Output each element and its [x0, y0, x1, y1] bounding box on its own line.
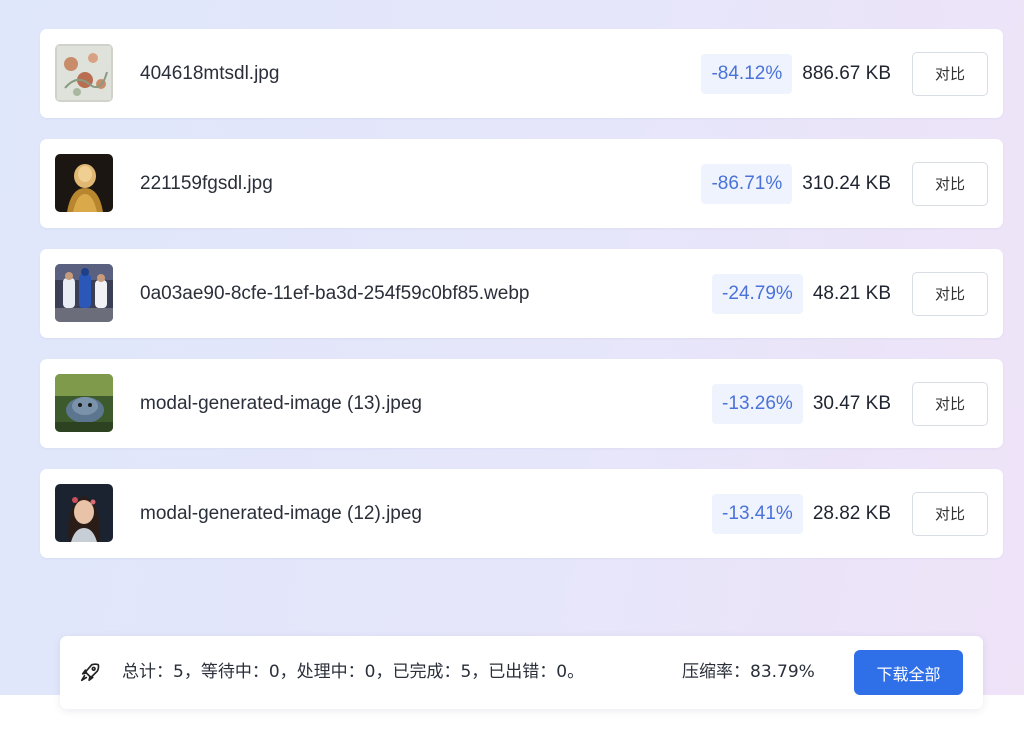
file-size: 310.24 KB — [802, 172, 891, 194]
golden-portrait-thumbnail[interactable] — [55, 154, 113, 212]
status-bar: 总计：5，等待中：0，处理中：0，已完成：5，已出错：0。 压缩率：83.79%… — [60, 636, 983, 709]
file-name: modal-generated-image (13).jpeg — [140, 393, 422, 414]
woman-portrait-thumbnail[interactable] — [55, 484, 113, 542]
compare-button[interactable]: 对比 — [912, 161, 988, 206]
total-compression-ratio: 压缩率：83.79% — [682, 662, 815, 682]
file-stats: -13.41% 28.82 KB 对比 — [712, 469, 988, 558]
creature-art-thumbnail[interactable] — [55, 374, 113, 432]
baseball-photo-thumbnail[interactable] — [55, 264, 113, 322]
compare-button[interactable]: 对比 — [912, 491, 988, 536]
compression-ratio-badge: -13.26% — [712, 383, 803, 424]
file-name: 0a03ae90-8cfe-11ef-ba3d-254f59c0bf85.web… — [140, 283, 530, 304]
file-row: 404618mtsdl.jpg -84.12% 886.67 KB 对比 — [40, 29, 1003, 118]
file-stats: -84.12% 886.67 KB 对比 — [701, 29, 988, 118]
compression-ratio-badge: -86.71% — [701, 163, 793, 204]
compare-button[interactable]: 对比 — [912, 51, 988, 96]
floral-painting-thumbnail[interactable] — [55, 44, 113, 102]
file-list: 404618mtsdl.jpg -84.12% 886.67 KB 对比 221… — [40, 29, 1003, 579]
file-stats: -13.26% 30.47 KB 对比 — [712, 359, 988, 448]
file-size: 30.47 KB — [812, 392, 891, 414]
file-name: 404618mtsdl.jpg — [140, 63, 280, 84]
rocket-icon — [79, 661, 101, 683]
compression-ratio-badge: -13.41% — [712, 493, 803, 534]
file-size: 48.21 KB — [812, 282, 891, 304]
file-size: 28.82 KB — [812, 502, 891, 524]
download-all-button[interactable]: 下载全部 — [854, 650, 963, 695]
file-name: 221159fgsdl.jpg — [140, 173, 273, 194]
file-row: modal-generated-image (12).jpeg -13.41% … — [40, 469, 1003, 558]
compare-button[interactable]: 对比 — [912, 271, 988, 316]
file-row: 221159fgsdl.jpg -86.71% 310.24 KB 对比 — [40, 139, 1003, 228]
file-row: modal-generated-image (13).jpeg -13.26% … — [40, 359, 1003, 448]
compression-ratio-badge: -24.79% — [712, 273, 803, 314]
file-stats: -24.79% 48.21 KB 对比 — [712, 249, 988, 338]
compare-button[interactable]: 对比 — [912, 381, 988, 426]
file-row: 0a03ae90-8cfe-11ef-ba3d-254f59c0bf85.web… — [40, 249, 1003, 338]
file-stats: -86.71% 310.24 KB 对比 — [701, 139, 988, 228]
compression-ratio-badge: -84.12% — [701, 53, 793, 94]
file-name: modal-generated-image (12).jpeg — [140, 503, 422, 524]
file-size: 886.67 KB — [802, 62, 891, 84]
status-summary: 总计：5，等待中：0，处理中：0，已完成：5，已出错：0。 — [122, 662, 585, 682]
